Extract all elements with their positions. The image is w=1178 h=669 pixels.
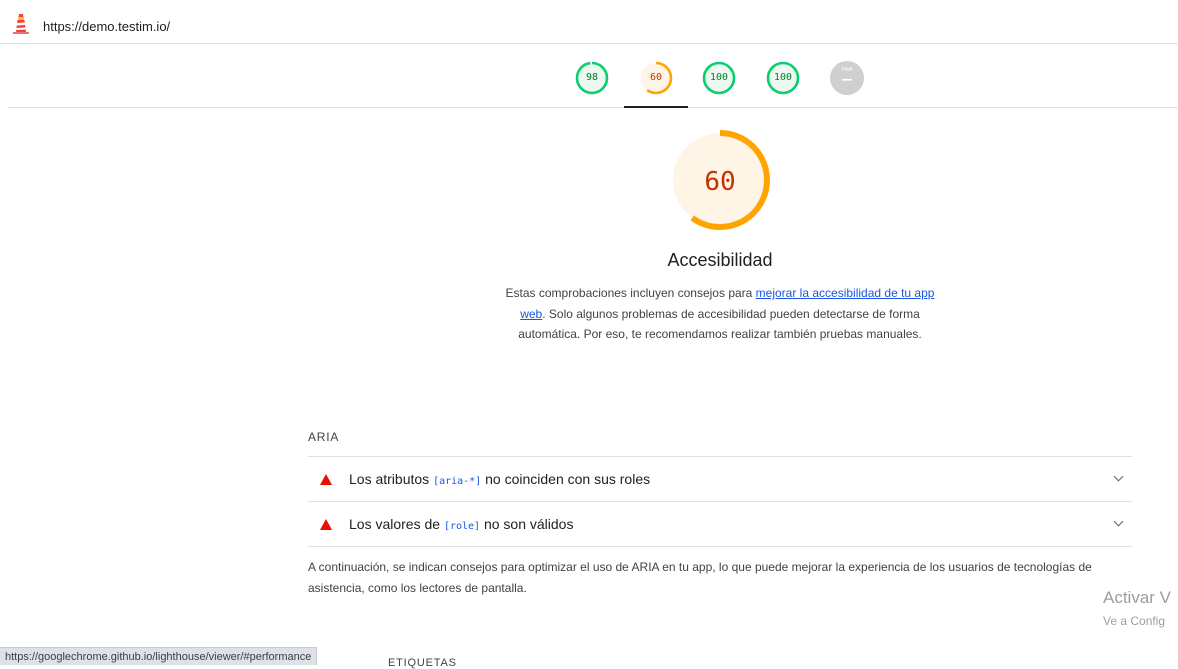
audit-title: Los valores de [role] no son válidos [349, 516, 573, 532]
audit-group-description: A continuación, se indican consejos para… [308, 560, 1092, 595]
audit-group-title: ARIA [308, 430, 340, 444]
gauge-best-practices-score: 100 [709, 72, 729, 83]
category-description-text: Estas comprobaciones incluyen consejos p… [505, 286, 756, 300]
gauge-pwa[interactable]: PWA [830, 61, 864, 95]
gauge-seo[interactable]: 100 [766, 61, 800, 95]
chevron-down-icon[interactable] [1113, 471, 1124, 482]
report-header: https://demo.testim.io/ [0, 0, 1178, 44]
report-url[interactable]: https://demo.testim.io/ [43, 19, 170, 34]
audit-title-code: [role] [443, 521, 481, 532]
gauge-seo-score: 100 [773, 72, 793, 83]
gauge-best-practices[interactable]: 100 [702, 61, 736, 95]
chevron-down-icon[interactable] [1113, 516, 1124, 527]
audit-title-text: no coinciden con sus roles [481, 471, 651, 487]
gauge-accessibility-score: 60 [649, 72, 663, 83]
next-group-title: ETIQUETAS [388, 657, 457, 669]
lighthouse-logo-icon [13, 14, 29, 34]
activation-watermark-subtitle: Ve a Config [1103, 614, 1166, 628]
gauge-accessibility[interactable]: 60 [639, 61, 673, 95]
audit-list: Los atributos [aria-*] no coinciden con … [308, 456, 1132, 547]
accessibility-score-value: 60 [704, 167, 736, 197]
gauge-pwa-label: PWA [841, 67, 853, 73]
audit-title-text: Los valores de [349, 516, 444, 532]
audit-title-text: Los atributos [349, 471, 434, 487]
audit-title-text: no son válidos [480, 516, 574, 532]
audit-title: Los atributos [aria-*] no coinciden con … [349, 471, 650, 487]
activation-watermark-title: Activar V [1103, 588, 1172, 607]
fail-triangle-icon [320, 519, 332, 530]
category-description: Estas comprobaciones incluyen consejos p… [500, 283, 940, 345]
audit-aria-allowed-attr[interactable]: Los atributos [aria-*] no coinciden con … [308, 457, 1132, 502]
accessibility-score-gauge: 60 [668, 128, 772, 232]
gauge-performance[interactable]: 98 [575, 61, 609, 95]
gauge-performance-score: 98 [585, 72, 599, 83]
audit-aria-roles[interactable]: Los valores de [role] no son válidos [308, 502, 1132, 547]
category-description-text-rest: . Solo algunos problemas de accesibilida… [518, 306, 922, 342]
active-gauge-indicator [624, 106, 688, 108]
audit-title-code: [aria-*] [433, 476, 482, 487]
category-gauges-nav: 98 60 100 100 PWA [8, 44, 1178, 108]
category-title: Accesibilidad [667, 250, 773, 270]
browser-status-url: https://googlechrome.github.io/lighthous… [0, 647, 318, 665]
fail-triangle-icon [320, 474, 332, 485]
